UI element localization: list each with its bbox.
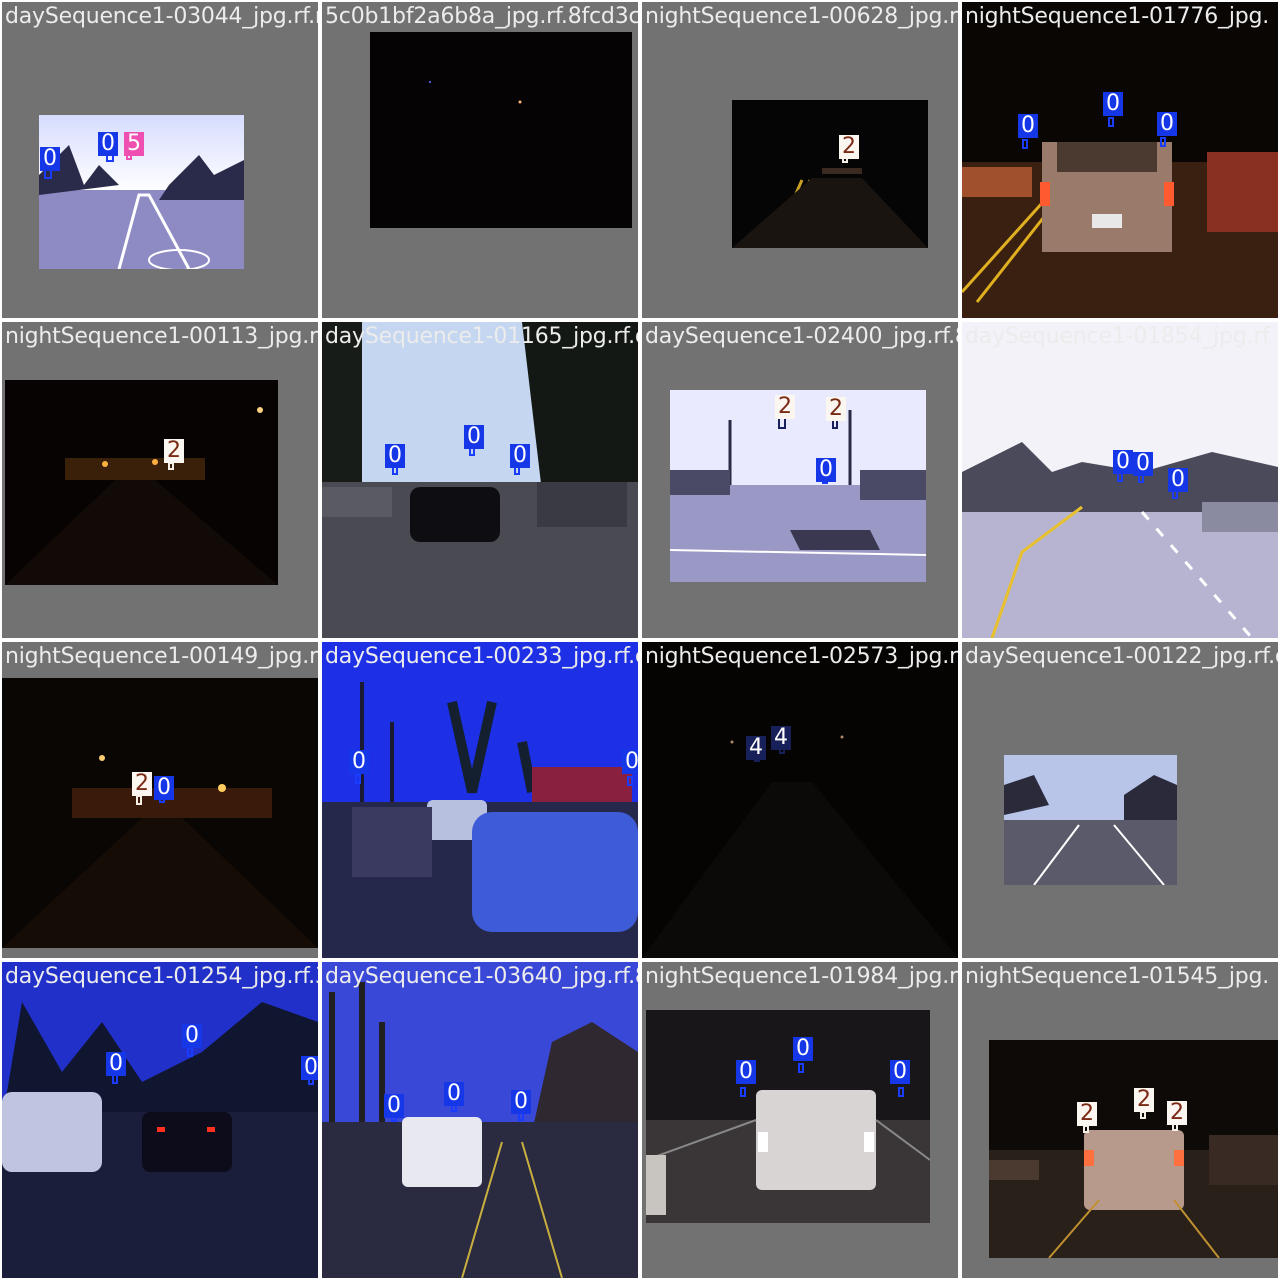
bbox-label: 2 xyxy=(1134,1088,1154,1112)
photo-day-boulevard xyxy=(670,390,926,582)
box xyxy=(798,1063,804,1073)
bbox-label: 0 xyxy=(622,750,638,774)
mosaic-tile: 0 0 0 nightSequence1-01984_jpg.rf.b4f09d… xyxy=(642,962,958,1278)
mosaic-tile: 2 0 nightSequence1-00149_jpg.rf.d3e0c3f6… xyxy=(2,642,318,958)
mosaic-tile: 0 0 0 daySequence1-01254_jpg.rf.3287b1c9 xyxy=(2,962,318,1278)
tile-caption: daySequence1-00233_jpg.rf.e2d5f1c7d8d xyxy=(325,644,638,669)
photo-day-truck xyxy=(322,962,638,1278)
bbox-label: 2 xyxy=(839,135,859,159)
tile-caption: nightSequence1-02573_jpg.rf.d7de4a7c8 xyxy=(645,644,958,669)
photo-night-street xyxy=(2,678,318,948)
mosaic-tile: 2 nightSequence1-00113_jpg.rf.a7e9dd717 xyxy=(2,322,318,638)
bbox-label: 0 xyxy=(98,132,118,156)
photo-night-truck xyxy=(962,2,1278,318)
box xyxy=(187,1047,193,1057)
photo-night-road xyxy=(732,100,928,248)
box xyxy=(1083,1125,1089,1133)
bbox-label: 0 xyxy=(464,425,484,449)
tile-caption: nightSequence1-00113_jpg.rf.a7e9dd717 xyxy=(5,324,318,349)
bbox-label: 0 xyxy=(384,1094,404,1118)
bbox-label: 0 xyxy=(349,750,369,774)
box xyxy=(1140,1111,1146,1119)
tile-caption: nightSequence1-00149_jpg.rf.d3e0c3f6f1 xyxy=(5,644,318,669)
photo-night-pickup xyxy=(989,1040,1278,1258)
mosaic-tile: 4 4 nightSequence1-02573_jpg.rf.d7de4a7c… xyxy=(642,642,958,958)
mosaic-tile: 0 0 0 nightSequence1-01776_jpg. xyxy=(962,2,1278,318)
bbox-label: 0 xyxy=(1113,450,1133,474)
bbox-label: 0 xyxy=(793,1037,813,1061)
photo-night-lane xyxy=(642,642,958,958)
bbox-label: 2 xyxy=(164,439,184,463)
mosaic-tile: 2 2 2 nightSequence1-01545_jpg. xyxy=(962,962,1278,1278)
bbox-label: 0 xyxy=(154,776,174,800)
mosaic-tile: 2 nightSequence1-00628_jpg.rf.31d99a. xyxy=(642,2,958,318)
bbox-label: 0 xyxy=(40,147,60,171)
box xyxy=(136,795,142,805)
mosaic-tile: 0 0 5 daySequence1-03044_jpg.rf.nighttim… xyxy=(2,2,318,318)
bbox-label: 0 xyxy=(1133,452,1153,476)
photo-day-traffic xyxy=(322,322,638,638)
bbox-label: 0 xyxy=(182,1024,202,1048)
bbox-label: 4 xyxy=(746,736,766,760)
mosaic-tile: 0 0 0 daySequence1-01854_jpg.rf xyxy=(962,322,1278,638)
tile-caption: nightSequence1-00628_jpg.rf.31d99a. xyxy=(645,4,958,29)
bbox-label: 0 xyxy=(1157,112,1177,136)
tile-caption: nightSequence1-01984_jpg.rf.b4f09d2a xyxy=(645,964,958,989)
photo-night-dark xyxy=(370,32,632,228)
box xyxy=(1108,117,1114,127)
mosaic-tile: 2 2 0 daySequence1-02400_jpg.rf.8e9c6c98 xyxy=(642,322,958,638)
box xyxy=(1160,137,1166,147)
photo-day-blue xyxy=(322,642,638,958)
bbox-label: 5 xyxy=(124,132,144,156)
bbox-label: 4 xyxy=(771,726,791,750)
box xyxy=(1022,139,1028,149)
bbox-label: 0 xyxy=(511,1090,531,1114)
bbox-label: 0 xyxy=(1103,92,1123,116)
bbox-label: 2 xyxy=(132,772,152,796)
photo-night-gray-truck xyxy=(646,1010,930,1223)
tile-caption: daySequence1-03044_jpg.rf.nighttime.. xyxy=(5,4,318,29)
bbox-label: 2 xyxy=(1077,1102,1097,1126)
bbox-label: 0 xyxy=(1018,114,1038,138)
bbox-label: 2 xyxy=(1167,1101,1187,1125)
photo-day-small xyxy=(1004,755,1177,885)
bbox-label: 0 xyxy=(385,444,405,468)
bbox-label: 0 xyxy=(301,1056,318,1080)
photo-night-street xyxy=(5,380,278,585)
tile-caption: daySequence1-01254_jpg.rf.3287b1c9 xyxy=(5,964,318,989)
box xyxy=(740,1087,746,1097)
box xyxy=(168,462,174,470)
tile-caption: daySequence1-01165_jpg.rf.d1ef9c17 xyxy=(325,324,638,349)
bbox-label: 0 xyxy=(736,1060,756,1084)
bbox-label: 0 xyxy=(816,458,836,482)
box xyxy=(898,1087,904,1097)
mosaic-tile: 0 0 daySequence1-00233_jpg.rf.e2d5f1c7d8… xyxy=(322,642,638,958)
bbox-label: 2 xyxy=(775,395,795,419)
mosaic-tile: 0 0 0 daySequence1-01165_jpg.rf.d1ef9c17 xyxy=(322,322,638,638)
tile-caption: daySequence1-02400_jpg.rf.8e9c6c98 xyxy=(645,324,958,349)
mosaic-tile: 0 0 0 daySequence1-03640_jpg.rf.8d4b7a6c… xyxy=(322,962,638,1278)
box xyxy=(355,774,361,784)
bbox-label: 0 xyxy=(890,1060,910,1084)
tile-caption: nightSequence1-01545_jpg. xyxy=(965,964,1270,989)
tile-caption: 5c0b1bf2a6b8a_jpg.rf.8fcd3c3f9e1be xyxy=(325,4,638,29)
bbox-label: 0 xyxy=(1168,468,1188,492)
tile-caption: nightSequence1-01776_jpg. xyxy=(965,4,1270,29)
photo-day-dusk xyxy=(2,962,318,1278)
tile-caption: daySequence1-03640_jpg.rf.8d4b7a6c1e xyxy=(325,964,638,989)
bbox-label: 2 xyxy=(826,397,846,421)
mosaic-tile: daySequence1-00122_jpg.rf.cd514 xyxy=(962,642,1278,958)
bbox-label: 0 xyxy=(106,1052,126,1076)
box xyxy=(627,776,633,786)
tile-caption: daySequence1-00122_jpg.rf.cd514 xyxy=(965,644,1278,669)
mosaic-tile: 5c0b1bf2a6b8a_jpg.rf.8fcd3c3f9e1be xyxy=(322,2,638,318)
tile-caption: daySequence1-01854_jpg.rf xyxy=(965,324,1270,349)
bbox-label: 0 xyxy=(444,1082,464,1106)
bbox-label: 0 xyxy=(510,444,530,468)
